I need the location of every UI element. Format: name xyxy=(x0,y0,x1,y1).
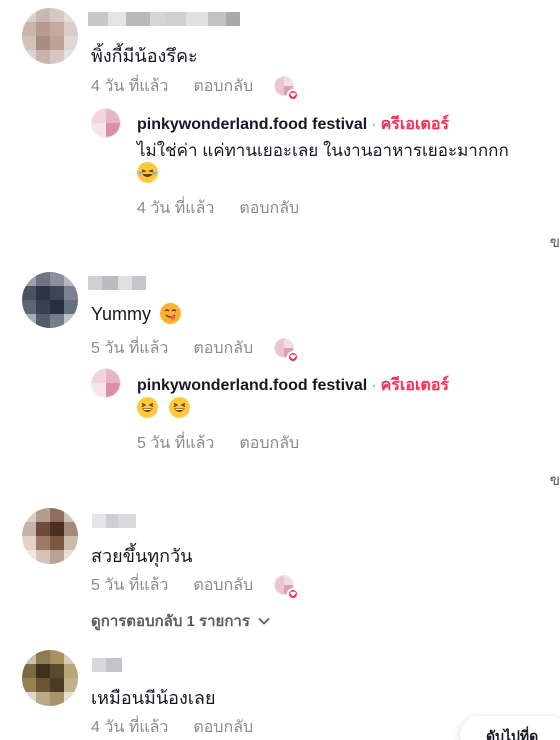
reply-text: ไม่ใช่ค่า แค่ทานเยอะเลย ในงานอาหารเยอะมา… xyxy=(137,141,509,160)
creator-badge: ครีเอเตอร์ xyxy=(380,116,450,133)
laughing-tears-emoji-icon xyxy=(137,162,158,183)
view-replies-button[interactable]: ดูการตอบกลับ 1 รายการ xyxy=(91,609,270,633)
commenter-avatar[interactable] xyxy=(22,8,78,64)
view-replies-label[interactable]: ดูการตอบกลับ 1 รายการ xyxy=(91,609,250,633)
reply-button[interactable]: ตอบกลับ xyxy=(193,74,253,99)
yum-face-emoji-icon xyxy=(160,303,182,324)
username-redacted[interactable] xyxy=(88,276,146,290)
comment-text: เหมือนมีน้องเลย xyxy=(91,688,216,708)
comment-item: Yummy 5 วัน ที่แล้ว ตอบกลับ pinkywonderl… xyxy=(0,270,560,500)
reply-author-name[interactable]: pinkywonderland.food festival xyxy=(137,116,367,133)
reply-author[interactable]: pinkywonderland.food festival · ครีเอเตอร์ xyxy=(137,112,449,137)
username-redacted[interactable] xyxy=(92,514,136,528)
separator-dot: · xyxy=(371,377,377,394)
commenter-avatar[interactable] xyxy=(22,272,78,328)
comment-time: 5 วัน ที่แล้ว xyxy=(91,340,169,357)
creator-liked-heart-icon xyxy=(274,337,300,363)
comment-text: สวยขึ้นทุกวัน xyxy=(91,546,193,566)
reply-emoji-line xyxy=(137,162,158,184)
clipped-text: ข xyxy=(549,472,560,489)
reply-author-name[interactable]: pinkywonderland.food festival xyxy=(137,377,367,394)
comment-meta: 4 วัน ที่แล้ว ตอบกลับ xyxy=(91,715,274,740)
comment-text-value: Yummy xyxy=(91,304,152,324)
reply-meta: 4 วัน ที่แล้ว ตอบกลับ xyxy=(137,196,320,221)
floating-action-button[interactable]: ดับไปที่ด xyxy=(460,716,560,740)
creator-avatar[interactable] xyxy=(91,368,121,398)
reply-author[interactable]: pinkywonderland.food festival · ครีเอเตอร์ xyxy=(137,373,449,398)
comment-text: พิ้งกี้มีน้องรึคะ xyxy=(91,46,198,66)
creator-liked-heart-icon xyxy=(274,75,300,101)
comment-text: Yummy xyxy=(91,303,182,325)
squinting-grin-emoji-icon xyxy=(137,397,158,418)
username-redacted[interactable] xyxy=(88,12,240,26)
reply-button[interactable]: ตอบกลับ xyxy=(239,196,299,221)
creator-badge: ครีเอเตอร์ xyxy=(380,377,450,394)
reply-meta: 5 วัน ที่แล้ว ตอบกลับ xyxy=(137,431,320,456)
squinting-grin-emoji-icon xyxy=(168,397,190,418)
creator-avatar[interactable] xyxy=(91,108,121,138)
comment-time: 4 วัน ที่แล้ว xyxy=(91,719,169,736)
reply-time: 5 วัน ที่แล้ว xyxy=(137,435,215,452)
reply-time: 4 วัน ที่แล้ว xyxy=(137,200,215,217)
comment-item: สวยขึ้นทุกวัน 5 วัน ที่แล้ว ตอบกลับ ดูกา… xyxy=(0,508,560,638)
comment-meta: 5 วัน ที่แล้ว ตอบกลับ xyxy=(91,573,300,600)
commenter-avatar[interactable] xyxy=(22,508,78,564)
creator-liked-heart-icon xyxy=(274,574,300,600)
reply-button[interactable]: ตอบกลับ xyxy=(193,715,253,740)
clipped-text: ข xyxy=(549,234,560,251)
comment-item: พิ้งกี้มีน้องรึคะ 4 วัน ที่แล้ว ตอบกลับ … xyxy=(0,0,560,251)
commenter-avatar[interactable] xyxy=(22,650,78,706)
comment-time: 4 วัน ที่แล้ว xyxy=(91,78,169,95)
comment-meta: 5 วัน ที่แล้ว ตอบกลับ xyxy=(91,336,300,363)
reply-button[interactable]: ตอบกลับ xyxy=(193,336,253,361)
comment-meta: 4 วัน ที่แล้ว ตอบกลับ xyxy=(91,74,300,101)
comment-time: 5 วัน ที่แล้ว xyxy=(91,577,169,594)
comment-item: เหมือนมีน้องเลย 4 วัน ที่แล้ว ตอบกลับ ดั… xyxy=(0,650,560,740)
reply-button[interactable]: ตอบกลับ xyxy=(193,573,253,598)
username-redacted[interactable] xyxy=(92,658,122,672)
reply-button[interactable]: ตอบกลับ xyxy=(239,431,299,456)
reply-emoji-line xyxy=(137,397,190,419)
chevron-down-icon xyxy=(258,617,270,625)
separator-dot: · xyxy=(371,116,377,133)
